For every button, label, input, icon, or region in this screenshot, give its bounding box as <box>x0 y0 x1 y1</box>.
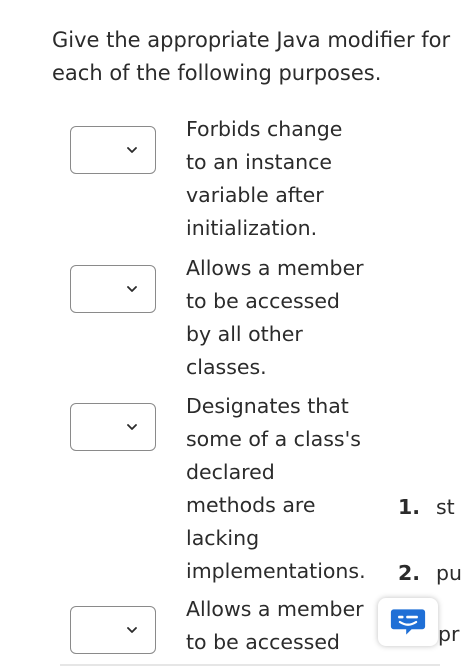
option-text-1: st <box>436 495 455 519</box>
answer-dropdown-2[interactable] <box>70 265 156 313</box>
chevron-down-icon <box>127 424 137 430</box>
options-list: 1. st 2. pu <box>398 0 474 671</box>
question-text: Give the appropriate Java modifier for e… <box>52 28 451 85</box>
item-description-1: Forbids change to an instance variable a… <box>186 117 343 240</box>
item-description-2: Allows a member to be accessed by all ot… <box>186 256 364 379</box>
answer-dropdown-4[interactable] <box>70 606 156 654</box>
chevron-down-icon <box>127 147 137 153</box>
option-text-2: pu <box>436 561 463 585</box>
chevron-down-icon <box>127 286 137 292</box>
option-item-1: 1. st <box>398 491 455 524</box>
chat-button[interactable] <box>378 598 438 646</box>
answer-dropdown-1[interactable] <box>70 126 156 174</box>
answer-dropdown-3[interactable] <box>70 403 156 451</box>
option-number-2: 2. <box>398 561 421 585</box>
item-description-3: Designates that some of a class's declar… <box>186 394 366 583</box>
partial-option-text: pr <box>438 622 460 646</box>
item-description-4: Allows a member to be accessed <box>186 597 364 654</box>
chevron-down-icon <box>127 627 137 633</box>
option-number-1: 1. <box>398 495 421 519</box>
option-item-2: 2. pu <box>398 557 462 590</box>
bottom-divider <box>60 664 440 666</box>
chat-bubble-icon <box>390 609 426 635</box>
